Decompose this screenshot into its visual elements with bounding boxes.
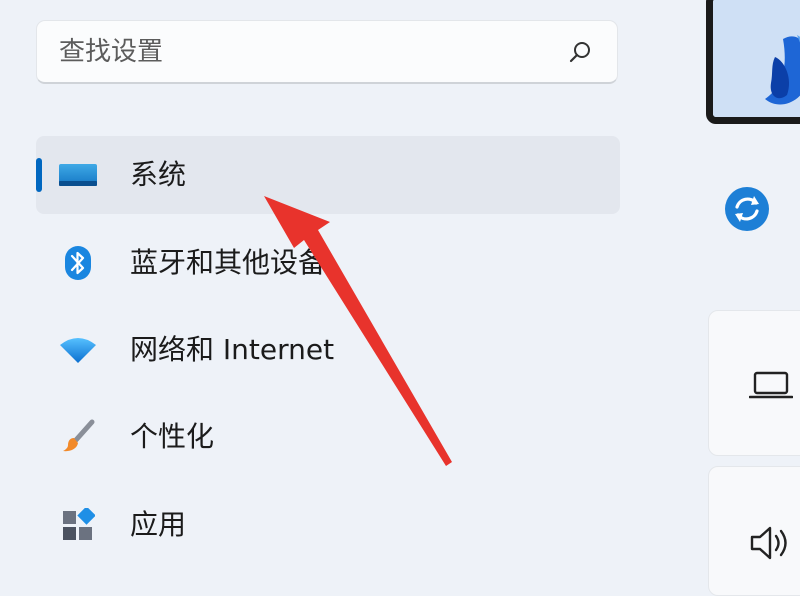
nav-label-bluetooth: 蓝牙和其他设备 xyxy=(130,246,327,279)
desktop-preview-thumbnail[interactable] xyxy=(706,0,800,124)
nav-label-system: 系统 xyxy=(130,158,187,191)
wifi-icon xyxy=(56,330,100,370)
nav-label-apps: 应用 xyxy=(130,508,187,541)
nav-item-bluetooth[interactable]: 蓝牙和其他设备 xyxy=(36,224,620,302)
search-box[interactable] xyxy=(36,20,618,84)
search-icon[interactable] xyxy=(567,39,593,65)
display-settings-card[interactable] xyxy=(708,310,800,456)
nav-item-system[interactable]: 系统 xyxy=(36,136,620,214)
selection-indicator xyxy=(36,158,42,192)
speaker-icon xyxy=(750,526,787,560)
paintbrush-icon xyxy=(56,417,100,457)
nav-item-network[interactable]: 网络和 Internet xyxy=(36,311,620,389)
nav-label-network: 网络和 Internet xyxy=(130,333,335,366)
nav-label-personalization: 个性化 xyxy=(130,420,215,453)
nav-item-apps[interactable]: 应用 xyxy=(36,486,620,564)
apps-icon xyxy=(56,505,100,545)
bluetooth-icon xyxy=(56,243,100,283)
search-input[interactable] xyxy=(57,31,541,73)
laptop-icon xyxy=(749,371,793,399)
monitor-icon xyxy=(56,155,100,195)
refresh-icon[interactable] xyxy=(724,186,770,232)
nav-item-personalization[interactable]: 个性化 xyxy=(36,398,620,476)
wallpaper-bloom-image xyxy=(713,0,800,117)
